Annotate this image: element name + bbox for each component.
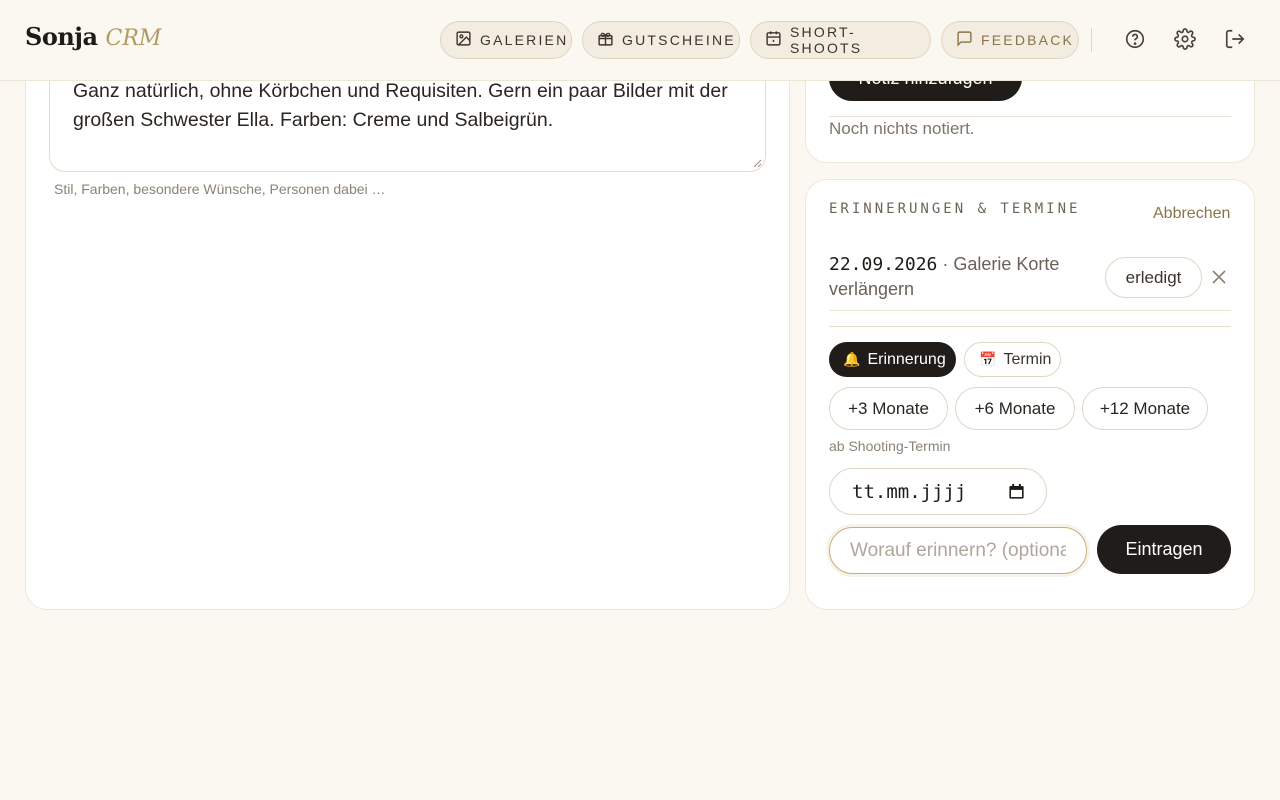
logo-main: Sonja	[25, 22, 98, 51]
date-input[interactable]: tt.mm.jjjj	[829, 468, 1047, 515]
type-appointment-toggle[interactable]: 📅 Termin	[964, 342, 1061, 377]
nav-gutscheine[interactable]: Gutscheine	[582, 21, 740, 59]
logo[interactable]: Sonja CRM	[25, 22, 161, 58]
message-icon	[956, 30, 973, 50]
nav-feedback[interactable]: Feedback	[941, 21, 1079, 59]
nav-label: Feedback	[981, 32, 1075, 48]
divider	[829, 310, 1231, 311]
reminder-date: 22.09.2026	[829, 254, 938, 275]
nav-label: Short-Shoots	[790, 24, 863, 56]
reminder-separator: ·	[937, 254, 954, 274]
header-divider	[1091, 28, 1092, 52]
logo-sub: CRM	[105, 26, 162, 51]
notes-empty-text: Noch nichts notiert.	[829, 119, 975, 138]
cancel-link[interactable]: Abbrechen	[1153, 205, 1230, 223]
calendar-icon	[765, 30, 782, 50]
mark-done-button[interactable]: erledigt	[1105, 257, 1202, 298]
close-icon[interactable]	[1211, 269, 1227, 285]
submit-button[interactable]: Eintragen	[1097, 525, 1231, 574]
toggle-label: Termin	[1003, 350, 1052, 368]
divider	[829, 116, 1231, 117]
date-placeholder: tt.mm.jjjj	[852, 480, 967, 503]
reminder-text-input[interactable]	[829, 527, 1087, 574]
plus-3-months-button[interactable]: +3 Monate	[829, 387, 948, 430]
gift-icon	[597, 30, 614, 50]
toggle-label: Erinnerung	[867, 350, 946, 368]
help-icon[interactable]	[1123, 27, 1147, 51]
nav-galerien[interactable]: Galerien	[440, 21, 572, 59]
nav-label: Gutscheine	[622, 32, 736, 48]
settings-icon[interactable]	[1173, 27, 1197, 51]
bell-icon: 🔔	[843, 351, 861, 367]
image-icon	[455, 30, 472, 50]
divider	[829, 326, 1231, 327]
nav-short-shoots[interactable]: Short-Shoots	[750, 21, 931, 59]
plus-12-months-button[interactable]: +12 Monate	[1082, 387, 1208, 430]
reminders-title: ERINNERUNGEN & TERMINE	[829, 201, 1081, 217]
calendar-emoji-icon: 📅	[979, 351, 997, 367]
reminder-item: 22.09.2026 · Galerie Korte verlängern	[829, 252, 1099, 302]
type-reminder-toggle[interactable]: 🔔 Erinnerung	[829, 342, 956, 377]
logout-icon[interactable]	[1223, 27, 1247, 51]
nav-label: Galerien	[480, 32, 569, 48]
plus-6-months-button[interactable]: +6 Monate	[955, 387, 1075, 430]
wishes-hint: Stil, Farben, besondere Wünsche, Persone…	[54, 181, 386, 197]
calendar-picker-icon[interactable]	[1007, 482, 1026, 501]
resize-handle-icon[interactable]	[752, 158, 762, 168]
app-header: Sonja CRM Galerien Gutscheine Short-Shoo…	[0, 0, 1280, 81]
quick-hint: ab Shooting-Termin	[829, 438, 951, 454]
